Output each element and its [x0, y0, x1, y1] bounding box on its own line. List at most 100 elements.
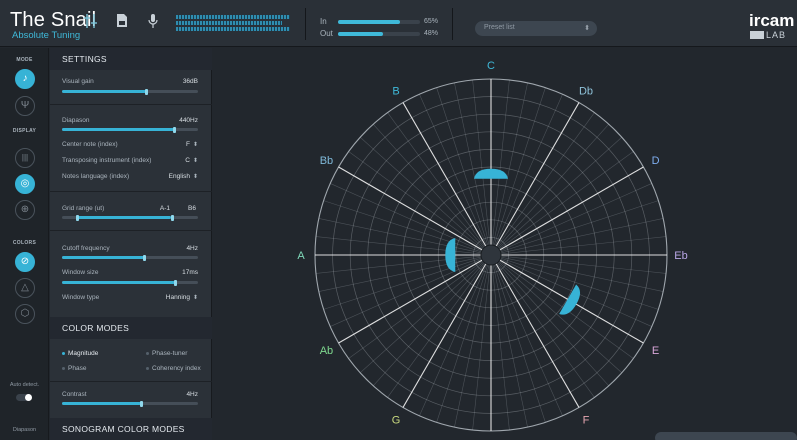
no-color-button[interactable]: ⊘ — [15, 252, 35, 272]
hexagon-color-button[interactable]: ⬡ — [15, 304, 35, 324]
phase-tuner-radio-label: Phase-tuner — [152, 350, 188, 357]
visual-gain-slider[interactable] — [62, 88, 198, 95]
note-label-bb: Bb — [320, 155, 333, 167]
input-level-meter — [338, 20, 420, 24]
grid-minor-spoke — [436, 87, 489, 246]
lab-logo: LAB — [750, 30, 786, 40]
grid-minor-spoke — [500, 236, 667, 255]
grid-minor-spoke — [500, 257, 659, 310]
input-level-fill — [338, 20, 400, 24]
center-note-value[interactable]: F — [170, 141, 190, 148]
magnitude-radio[interactable]: Magnitude — [62, 350, 98, 357]
note-label-eb: Eb — [674, 250, 687, 262]
grid-major-spoke — [495, 263, 580, 408]
snail-polar-grid[interactable]: CDbDEbEFGbGAbABbB — [213, 48, 797, 440]
phase-tuner-radio[interactable]: Phase-tuner — [146, 350, 187, 357]
piano-display-button[interactable]: ||| — [15, 148, 35, 168]
grid-minor-spoke — [498, 137, 622, 249]
save-file-icon[interactable] — [113, 13, 131, 33]
magnitude-radio-label: Magnitude — [68, 350, 99, 357]
blob-a-shape — [445, 238, 456, 272]
blob-c — [474, 168, 508, 179]
display-heading: DISPLAY — [12, 128, 37, 134]
coherency-index-radio[interactable]: Coherency index — [146, 365, 201, 372]
grid-minor-spoke — [500, 255, 667, 274]
spectrum-meter — [176, 15, 290, 31]
grid-minor-spoke — [497, 262, 609, 386]
grid-minor-spoke — [323, 200, 482, 253]
grid-range-low: A-1 — [159, 205, 170, 212]
grid-minor-spoke — [360, 137, 484, 249]
note-label-g: G — [392, 415, 401, 427]
diapason-rail-label: Diapason — [12, 427, 37, 433]
preset-list-dropdown[interactable]: Preset list ⬍ — [475, 21, 597, 36]
snail-display-button[interactable]: ◎ — [15, 174, 35, 194]
grid-range-label: Grid range (ut) — [62, 205, 105, 212]
grid-minor-spoke — [491, 264, 510, 431]
phase-radio[interactable]: Phase — [62, 365, 86, 372]
grid-major-spoke — [402, 102, 487, 247]
window-type-label: Window type — [62, 294, 100, 301]
divider — [452, 8, 453, 40]
diapason-slider[interactable] — [62, 126, 198, 133]
note-label-a: A — [297, 250, 305, 262]
tuning-fork-mode-button[interactable]: Ψ — [15, 96, 35, 116]
ircam-logo: ircam — [749, 11, 795, 30]
output-label: Out — [320, 29, 333, 38]
note-label-db: Db — [579, 85, 593, 97]
snail-view[interactable]: CDbDEbEFGbGAbABbB — [213, 48, 797, 440]
updown-arrows-icon: ⬍ — [584, 25, 590, 32]
grid-minor-spoke — [360, 261, 484, 373]
window-size-value: 17ms — [182, 269, 198, 276]
output-level-value: 48% — [424, 30, 439, 37]
window-type-value[interactable]: Hanning — [150, 294, 190, 301]
grid-major-spoke — [338, 166, 483, 251]
cutoff-frequency-slider[interactable] — [62, 254, 198, 261]
spiral-icon: ◎ — [20, 178, 30, 189]
triangle-icon: △ — [21, 282, 29, 293]
window-type-spinner-icon[interactable]: ⬍ — [193, 294, 198, 301]
lab-logo-text: LAB — [766, 30, 787, 40]
auto-detect-label: Auto detect. — [9, 382, 40, 388]
grid-minor-spoke — [436, 264, 489, 423]
grid-minor-spoke — [491, 79, 510, 246]
note-label-c: C — [487, 60, 495, 72]
triangle-color-button[interactable]: △ — [15, 278, 35, 298]
contrast-slider[interactable] — [62, 400, 198, 407]
icon-rail: MODE ♪ Ψ DISPLAY ||| ◎ ⊕ COLORS ⊘ △ ⬡ Au… — [0, 48, 49, 440]
output-level-meter — [338, 32, 420, 36]
divider — [305, 8, 306, 40]
note-label-b: B — [392, 85, 399, 97]
grid-minor-spoke — [498, 261, 622, 373]
color-modes-header: COLOR MODES — [50, 317, 212, 339]
settings-panel: SETTINGS Visual gain 36dB Diapason 440Hz… — [50, 48, 212, 440]
grid-range-slider[interactable] — [62, 214, 198, 221]
grid-range-high: B6 — [188, 205, 196, 212]
tuning-fork-icon: Ψ — [20, 100, 30, 111]
note-label-e: E — [652, 345, 659, 357]
grid-minor-spoke — [373, 124, 485, 248]
music-note-mode-button[interactable]: ♪ — [15, 69, 35, 89]
window-size-slider[interactable] — [62, 279, 198, 286]
transposing-spinner-icon[interactable]: ⬍ — [193, 157, 198, 164]
center-note-spinner-icon[interactable]: ⬍ — [193, 141, 198, 148]
crosshair-icon: ⊕ — [20, 204, 30, 215]
tuning-sliders-icon[interactable] — [82, 13, 100, 33]
preset-list-placeholder: Preset list — [484, 24, 515, 31]
colors-heading: COLORS — [12, 240, 37, 246]
grid-minor-spoke — [373, 262, 485, 386]
grid-display-button[interactable]: ⊕ — [15, 200, 35, 220]
zoom-control[interactable] — [655, 432, 797, 440]
microphone-icon[interactable] — [144, 13, 162, 33]
transposing-instrument-value[interactable]: C — [170, 157, 190, 164]
cutoff-frequency-value: 4Hz — [186, 245, 198, 252]
visual-gain-label: Visual gain — [62, 78, 94, 85]
notes-language-spinner-icon[interactable]: ⬍ — [193, 173, 198, 180]
auto-detect-toggle[interactable] — [16, 394, 32, 401]
blob-a — [445, 238, 456, 272]
notes-language-value[interactable]: English — [150, 173, 190, 180]
center-note-label: Center note (index) — [62, 141, 118, 148]
note-label-d: D — [652, 155, 660, 167]
grid-minor-spoke — [315, 236, 482, 255]
contrast-label: Contrast — [62, 391, 87, 398]
